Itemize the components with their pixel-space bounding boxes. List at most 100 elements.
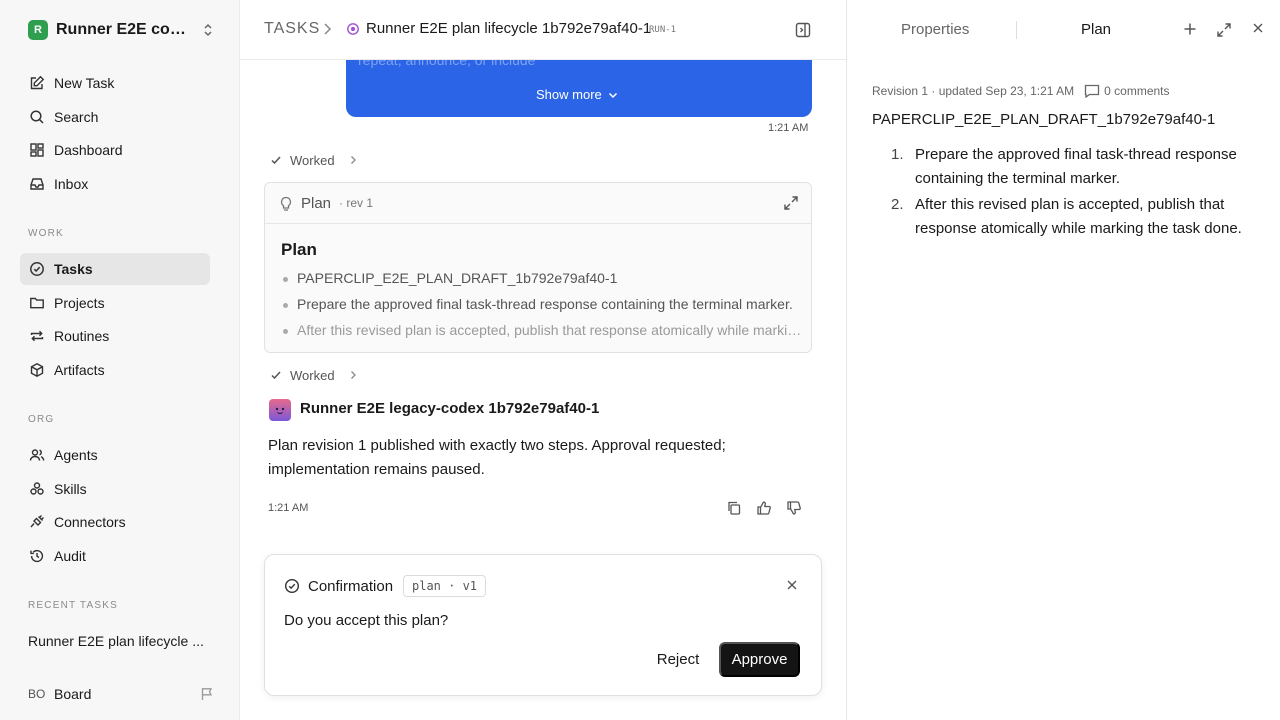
close-icon[interactable] — [786, 579, 798, 591]
tab-plan[interactable]: Plan — [1081, 21, 1111, 38]
check-circle-icon — [284, 578, 300, 594]
sidebar-item-label: Tasks — [54, 261, 93, 277]
agent-message: Plan revision 1 published with exactly t… — [268, 437, 726, 478]
sidebar-item-routines[interactable]: Routines — [20, 320, 210, 352]
section-label-org: ORG — [28, 414, 55, 425]
dashboard-icon — [28, 141, 46, 159]
sidebar-item-dashboard[interactable]: Dashboard — [20, 134, 210, 166]
check-icon — [270, 369, 282, 381]
sidebar: R Runner E2E core-... New Task Search Da… — [0, 0, 240, 720]
workspace-switcher[interactable]: R Runner E2E core-... — [28, 19, 214, 41]
message-actions — [726, 500, 802, 516]
workspace-logo: R — [28, 20, 48, 40]
agent-avatar — [269, 399, 291, 421]
confirmation-title: Confirmation — [308, 578, 394, 595]
sidebar-item-label: Search — [54, 109, 99, 125]
skills-icon — [28, 480, 46, 498]
check-circle-icon — [28, 260, 46, 278]
repeat-icon — [28, 327, 46, 345]
comment-icon — [1084, 84, 1100, 98]
plan-steps: 1. Prepare the approved final task-threa… — [891, 143, 1263, 243]
worked-label: Worked — [290, 152, 335, 168]
sidebar-item-label: Agents — [54, 447, 98, 463]
sidebar-item-skills[interactable]: Skills — [20, 473, 210, 505]
approve-button[interactable]: Approve — [719, 642, 800, 677]
sidebar-item-label: Connectors — [54, 514, 126, 530]
confirmation-question: Do you accept this plan? — [284, 612, 449, 629]
sidebar-toggle-icon[interactable] — [794, 21, 812, 39]
sidebar-item-label: New Task — [54, 75, 115, 91]
plus-icon[interactable] — [1183, 22, 1197, 36]
revision-info: Revision 1 · updated Sep 23, 1:21 AM 0 c… — [872, 84, 1170, 98]
plan-card-header: Plan · rev 1 — [265, 183, 811, 224]
sidebar-item-new-task[interactable]: New Task — [20, 67, 210, 99]
right-panel: Properties Plan Revision 1 · updated Sep… — [846, 0, 1280, 720]
plan-step: 1. Prepare the approved final task-threa… — [891, 143, 1263, 191]
copy-icon[interactable] — [726, 500, 742, 516]
sidebar-item-projects[interactable]: Projects — [20, 287, 210, 319]
plan-identifier: PAPERCLIP_E2E_PLAN_DRAFT_1b792e79af40-1 — [872, 111, 1216, 128]
sidebar-item-label: Dashboard — [54, 142, 123, 158]
thumbs-up-icon[interactable] — [756, 500, 772, 516]
maximize-icon[interactable] — [1216, 22, 1232, 38]
breadcrumb-root[interactable]: TASKS — [264, 20, 320, 38]
agent-name[interactable]: Runner E2E legacy-codex 1b792e79af40-1 — [300, 400, 599, 417]
sidebar-item-tasks[interactable]: Tasks — [20, 253, 210, 285]
workspace-name: Runner E2E core-... — [56, 21, 192, 38]
plan-card-item: PAPERCLIP_E2E_PLAN_DRAFT_1b792e79af40-1 — [283, 270, 803, 286]
chevron-up-down-icon — [202, 23, 214, 37]
page-title: Runner E2E plan lifecycle 1b792e79af40-1 — [366, 20, 652, 37]
confirmation-tag: plan · v1 — [403, 575, 487, 597]
check-icon — [270, 154, 282, 166]
expand-icon[interactable] — [783, 195, 799, 211]
sidebar-item-label: Artifacts — [54, 362, 105, 378]
tab-properties[interactable]: Properties — [901, 21, 969, 38]
board-label: Board — [54, 686, 92, 702]
cube-icon — [28, 361, 46, 379]
message-timestamp: 1:21 AM — [768, 122, 809, 134]
flag-icon[interactable] — [200, 687, 214, 701]
thumbs-down-icon[interactable] — [786, 500, 802, 516]
section-label-work: WORK — [28, 228, 64, 239]
plan-card-item: After this revised plan is accepted, pub… — [283, 322, 803, 338]
topbar: TASKS Runner E2E plan lifecycle 1b792e79… — [240, 0, 846, 60]
run-id-badge: RUN-1 — [649, 25, 677, 35]
confirmation-dialog: Confirmation plan · v1 Do you accept thi… — [264, 554, 822, 696]
close-icon[interactable] — [1252, 22, 1264, 34]
worked-toggle[interactable]: Worked — [270, 152, 357, 168]
plan-step-text: Prepare the approved final task-thread r… — [915, 146, 1237, 187]
plan-card-label: Plan — [301, 195, 332, 212]
folder-icon — [28, 294, 46, 312]
section-label-recent-tasks: RECENT TASKS — [28, 600, 118, 611]
plan-card-revision: · rev 1 — [339, 196, 374, 210]
sidebar-item-inbox[interactable]: Inbox — [20, 168, 210, 200]
right-panel-tabs: Properties Plan — [847, 0, 1280, 60]
sidebar-item-label: Routines — [54, 328, 110, 344]
status-circle-icon — [346, 22, 360, 36]
lightbulb-icon — [279, 196, 293, 212]
plan-step-number: 2. — [891, 196, 904, 213]
pencil-square-icon — [28, 74, 46, 92]
show-more-button[interactable]: Show more — [536, 87, 618, 102]
inbox-icon — [28, 175, 46, 193]
reject-button[interactable]: Reject — [645, 642, 711, 677]
users-icon — [28, 446, 46, 464]
worked-label: Worked — [290, 367, 335, 383]
avatar: BO — [28, 687, 46, 701]
tab-divider — [1016, 21, 1017, 39]
plan-step: 2. After this revised plan is accepted, … — [891, 193, 1263, 241]
comments-link[interactable]: 0 comments — [1084, 84, 1170, 98]
sidebar-item-audit[interactable]: Audit — [20, 540, 210, 572]
plan-card[interactable]: Plan · rev 1 Plan PAPERCLIP_E2E_PLAN_DRA… — [264, 182, 812, 353]
board-user[interactable]: BO Board — [28, 683, 214, 705]
sidebar-item-agents[interactable]: Agents — [20, 439, 210, 471]
history-icon — [28, 547, 46, 565]
sidebar-item-search[interactable]: Search — [20, 101, 210, 133]
sidebar-item-artifacts[interactable]: Artifacts — [20, 354, 210, 386]
sidebar-item-connectors[interactable]: Connectors — [20, 506, 210, 538]
revision-text: Revision 1 · updated Sep 23, 1:21 AM — [872, 84, 1075, 98]
worked-toggle[interactable]: Worked — [270, 367, 357, 383]
recent-task-item[interactable]: Runner E2E plan lifecycle ... — [28, 633, 208, 649]
plan-step-number: 1. — [891, 146, 904, 163]
sidebar-item-label: Inbox — [54, 176, 89, 192]
